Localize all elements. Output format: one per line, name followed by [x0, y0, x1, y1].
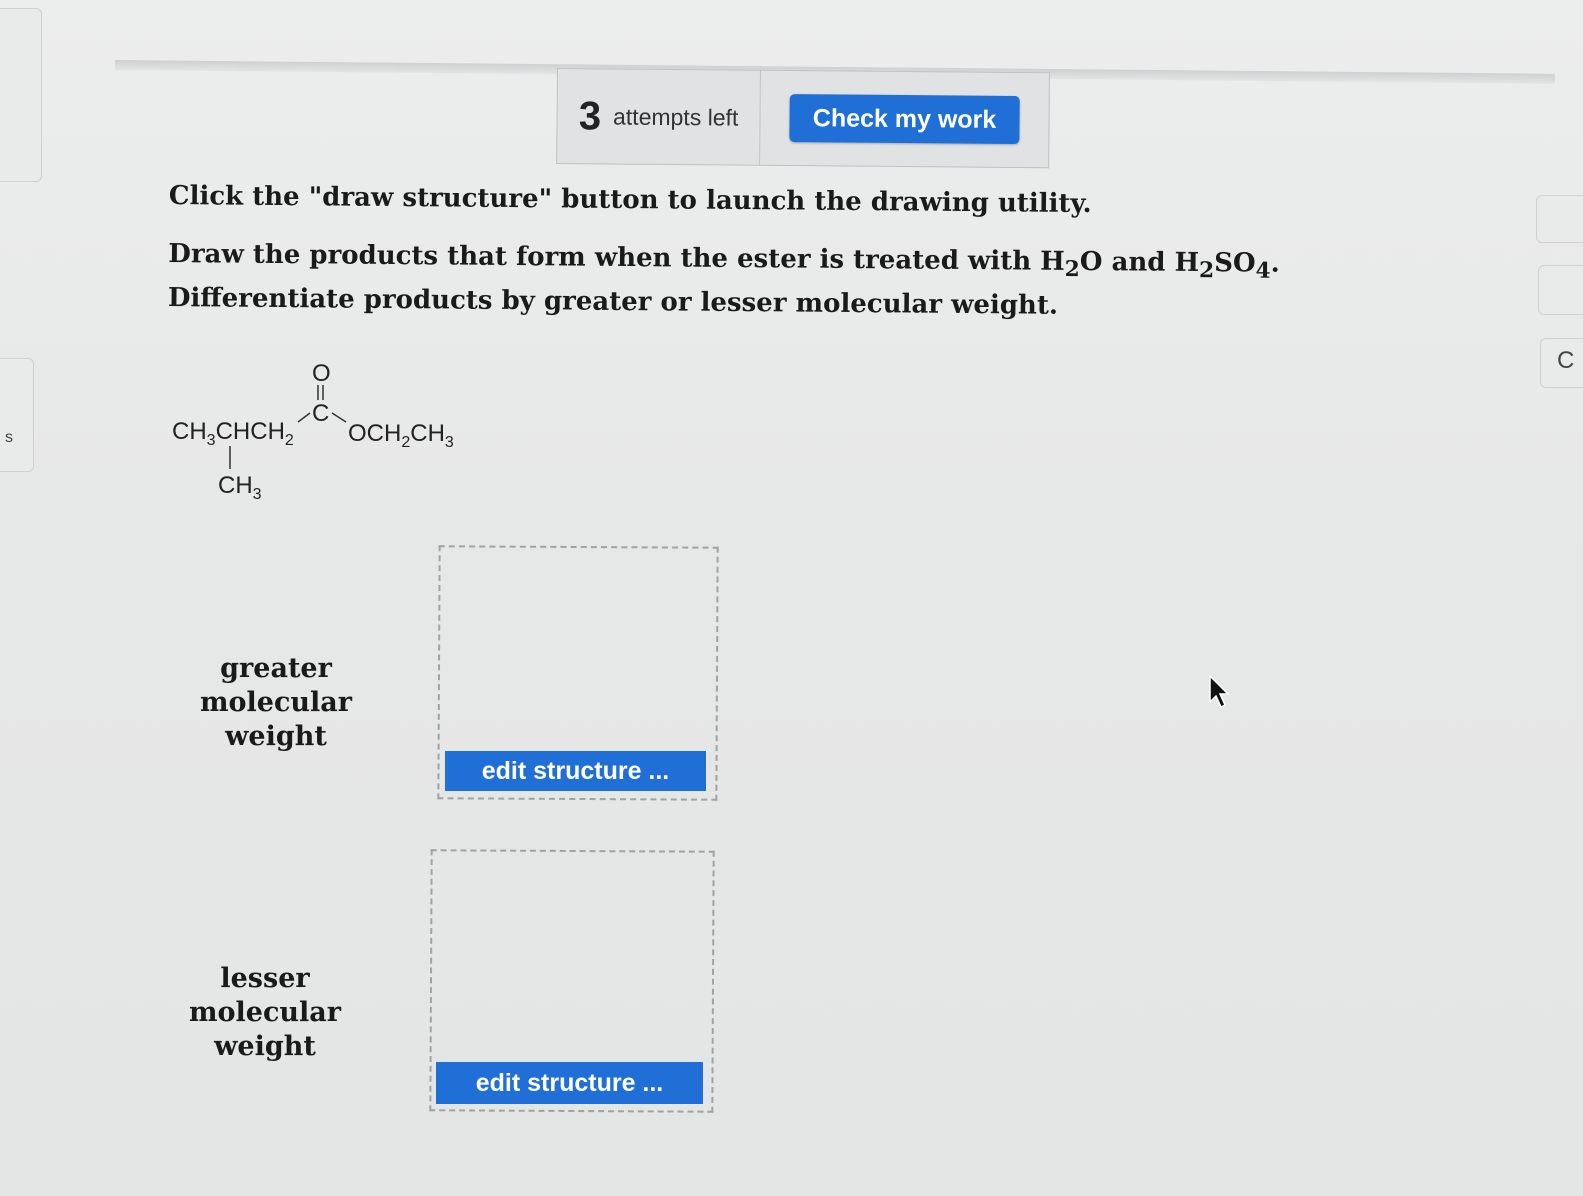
right-edge-tab-label: C — [1557, 347, 1575, 374]
lesser-mw-label-line2: weight — [214, 1031, 316, 1062]
subscript: 4 — [1255, 258, 1271, 284]
right-edge-tab-3[interactable]: C — [1540, 338, 1583, 388]
attempts-count: 3 — [578, 93, 602, 138]
methyl-branch: CH3 — [218, 472, 262, 503]
lesser-mw-edit-structure-button[interactable]: edit structure ... — [436, 1062, 703, 1104]
check-work-container: Check my work — [760, 69, 1050, 169]
greater-mw-label-line2: weight — [225, 721, 327, 752]
greater-mw-label-line1: greater molecular — [199, 653, 353, 718]
left-edge-tab[interactable]: s — [0, 358, 34, 472]
attempts-indicator: 3 attempts left — [556, 68, 761, 166]
right-edge-tab-2[interactable] — [1538, 265, 1583, 315]
subscript: 2 — [1064, 257, 1080, 283]
attempts-label: attempts left — [612, 102, 739, 131]
left-edge-tab-label: s — [5, 429, 13, 446]
right-chain: OCH2CH3 — [348, 420, 454, 451]
greater-mw-edit-structure-button[interactable]: edit structure ... — [445, 751, 706, 791]
lesser-mw-label: lesser molecular weight — [154, 962, 376, 1064]
instruction-text-part: O and H — [1079, 246, 1200, 278]
ester-structure: O C CH3CHCH2 OCH2CH3 CH3 — [170, 356, 500, 516]
instruction-line-1: Click the "draw structure" button to lau… — [168, 180, 1092, 220]
question-instructions: Click the "draw structure" button to lau… — [168, 178, 1429, 327]
instruction-line-2: Draw the products that form when the est… — [168, 236, 1429, 327]
lesser-mw-label-line1: lesser molecular — [188, 963, 342, 1028]
check-my-work-button[interactable]: Check my work — [789, 94, 1020, 145]
greater-mw-label: greater molecular weight — [158, 652, 394, 754]
instruction-text-part: Draw the products that form when the est… — [168, 238, 1065, 277]
carbonyl-carbon: C — [312, 400, 330, 427]
right-edge-tab-1[interactable] — [1536, 195, 1583, 243]
subscript: 2 — [1198, 258, 1215, 284]
instruction-text-part: SO — [1214, 248, 1256, 279]
question-toolbar: 3 attempts left Check my work — [556, 68, 1051, 169]
left-edge-panel-top — [0, 8, 42, 182]
mouse-pointer-icon — [1208, 674, 1232, 714]
left-chain: CH3CHCH2 — [172, 418, 294, 449]
carbonyl-oxygen: O — [312, 360, 331, 387]
